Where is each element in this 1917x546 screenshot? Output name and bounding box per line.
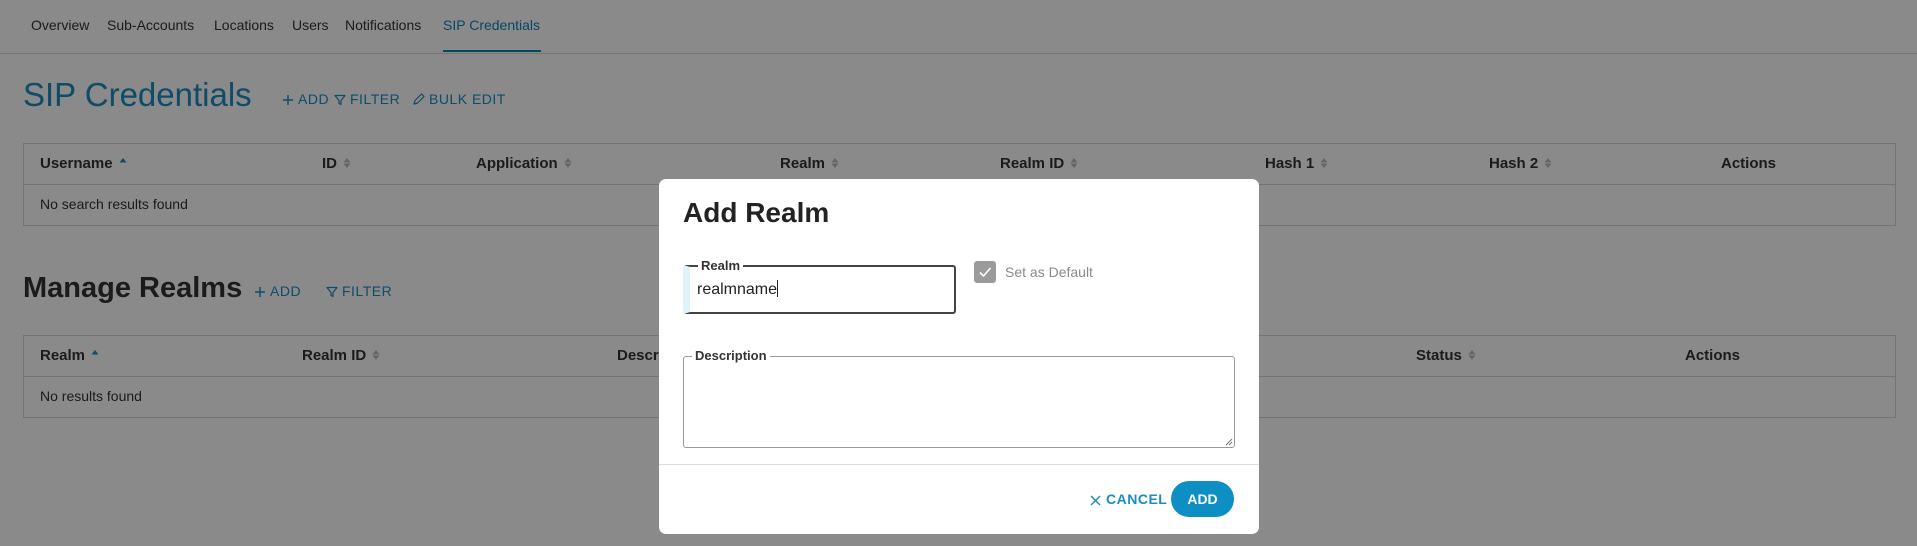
cancel-label: CANCEL [1106, 491, 1168, 507]
dialog-footer-divider [659, 464, 1259, 465]
resize-handle-icon[interactable] [1224, 437, 1233, 446]
set-as-default-label[interactable]: Set as Default [1005, 264, 1093, 280]
text-cursor [777, 280, 779, 297]
dialog-title: Add Realm [683, 197, 830, 228]
close-icon [1090, 495, 1101, 506]
add-button[interactable]: ADD [1171, 481, 1234, 517]
realm-input[interactable]: realmname [697, 280, 779, 299]
set-as-default-checkbox[interactable] [974, 261, 996, 283]
realm-field[interactable]: Realm realmname [683, 258, 956, 314]
cancel-button[interactable]: CANCEL [1090, 491, 1167, 507]
add-realm-dialog: Add Realm Realm realmname Set as Default… [659, 179, 1259, 534]
check-icon [979, 267, 992, 278]
description-field[interactable]: Description [683, 348, 1235, 448]
realm-field-label: Realm [698, 258, 744, 273]
description-field-label: Description [692, 348, 770, 363]
